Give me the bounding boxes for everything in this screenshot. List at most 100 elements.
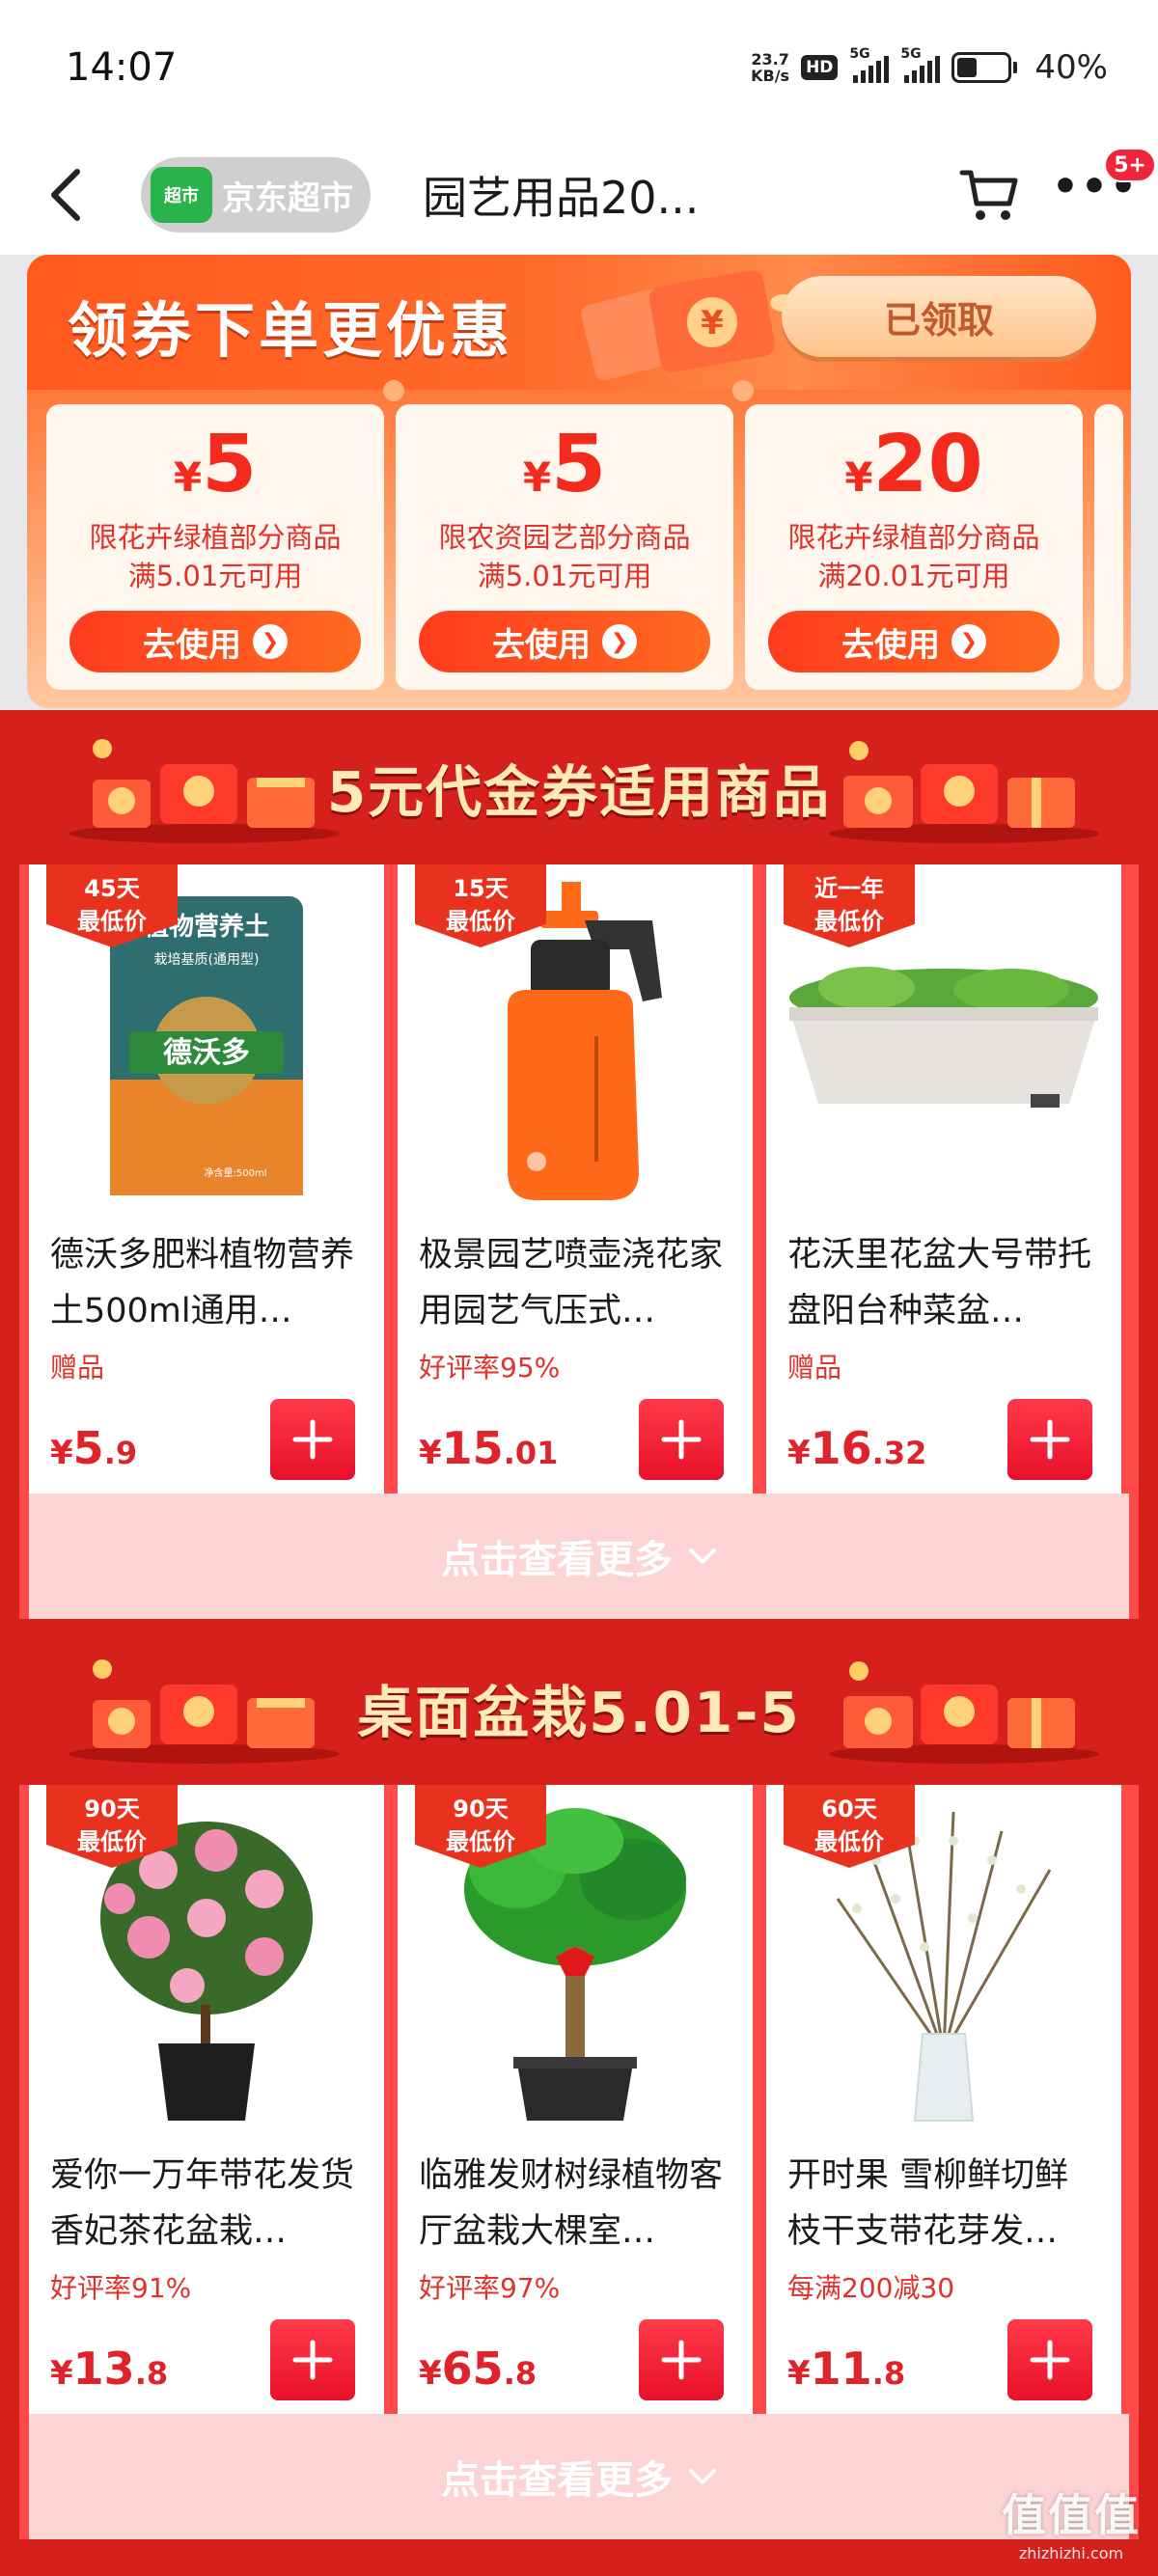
coupon-currency: ¥ [522,453,552,501]
back-button[interactable] [48,166,106,224]
store-pill[interactable]: 超市 京东超市 [141,157,371,233]
coupon-card-partial [1094,404,1123,690]
more-button[interactable]: ••• 5+ [1052,148,1156,229]
use-coupon-button[interactable]: 去使用 ❯ [768,611,1060,672]
price-integer: 5 [72,1422,104,1474]
product-card[interactable]: 45天 最低价 植物营养土 栽培基质(通用型) 德沃多 净含量:500ml 德沃… [29,864,384,1494]
product-tag: 好评率97% [419,2272,561,2304]
see-more-button[interactable]: 点击查看更多 [29,2414,1129,2539]
status-bar: 14:07 23.7 KB/s HD 5G 5G 40% [0,0,1158,135]
cart-button[interactable] [955,161,1023,229]
price-currency: ¥ [50,1434,73,1472]
svg-text:¥: ¥ [701,304,724,343]
main-content: 领券下单更优惠 ¥ 已领取 ¥ 5 限花卉绿植部分商品 满5.01元可用 去使用 [0,255,1158,2576]
add-to-cart-button[interactable] [270,2319,355,2400]
see-more-button[interactable]: 点击查看更多 [29,1494,1129,1619]
lowest-price-period: 近一年 [814,875,884,902]
hd-icon: HD [801,55,839,80]
product-tag: 每满200减30 [787,2272,955,2304]
signal-icon-2: 5G [900,46,941,83]
product-card[interactable]: 近一年 最低价 花沃里花盆大号带托盘阳台种菜盆… 赠品 ¥16.32 [766,864,1121,1494]
chevron-down-icon [689,1548,716,1564]
coupon-threshold: 满5.01元可用 [127,560,303,592]
status-time: 14:07 [66,45,178,90]
lowest-price-period: 90天 [84,1795,140,1822]
watermark-url: zhizhizhi.com [1018,2544,1124,2562]
red-envelope-icon: ¥ [581,270,797,380]
chevron-right-icon: ❯ [602,624,637,659]
use-coupon-button[interactable]: 去使用 ❯ [419,611,710,672]
soil-bag-brand: 德沃多 [163,1036,250,1070]
price-decimal: .8 [871,2355,906,2392]
plus-icon [661,2340,702,2380]
add-to-cart-button[interactable] [639,2319,724,2400]
coupon-currency: ¥ [844,453,873,501]
product-tag: 好评率95% [419,1352,561,1384]
section-title: 5元代金券适用商品 [326,759,832,825]
price-decimal: .8 [503,2355,538,2392]
signal-label: 5G [849,46,870,62]
price-decimal: .8 [134,2355,169,2392]
price-integer: 11 [810,2343,872,2395]
price-currency: ¥ [787,2354,811,2393]
price-currency: ¥ [787,1434,811,1472]
chevron-left-icon [51,169,80,221]
product-card[interactable]: 60天 最低价 开时果 雪柳鲜切鲜枝干支带花芽发… 每满200减30 ¥11.8 [766,1785,1121,2414]
section-desktop-plants: 桌面盆栽5.01-5 90天 最低价 爱你一万年带花发货香妃茶花盆栽… 好评率9… [0,1631,1158,2576]
page-title: 园艺用品20... [423,172,700,224]
price-integer: 16 [810,1422,872,1474]
coupon-threshold: 满20.01元可用 [817,560,1010,592]
product-card[interactable]: 90天 最低价 临雅发财树绿植物客厅盆栽大棵室… 好评率97% ¥65.8 [398,1785,753,2414]
more-badge: 5+ [1104,148,1156,182]
product-grid: 45天 最低价 植物营养土 栽培基质(通用型) 德沃多 净含量:500ml 德沃… [29,864,1129,1494]
coupon-currency: ¥ [173,453,203,501]
chevron-right-icon: ❯ [951,624,986,659]
price-currency: ¥ [50,2354,73,2393]
product-price: ¥5.9 [50,1422,137,1474]
coupon-notch [383,380,404,401]
use-coupon-label: 去使用 [143,625,241,665]
battery-icon [951,52,1018,83]
plus-icon [661,1419,702,1460]
section-title: 桌面盆栽5.01-5 [357,1680,801,1745]
product-price: ¥13.8 [50,2343,168,2395]
coupon-notch [732,380,754,401]
product-card[interactable]: 15天 最低价 极景园艺喷壶浇花家用园艺气压式… 好评率95% ¥15.01 [398,864,753,1494]
watermark-logo: 值值值 [1002,2489,1141,2541]
coupon-threshold: 满5.01元可用 [477,560,652,592]
signal-label-2: 5G [900,46,922,62]
price-integer: 65 [441,2343,504,2395]
coupon-amount: ¥ 20 [844,425,982,505]
price-currency: ¥ [419,2354,442,2393]
product-name: 临雅发财树绿植物客厅盆栽大棵室… [419,2156,724,2251]
product-card[interactable]: 90天 最低价 爱你一万年带花发货香妃茶花盆栽… 好评率91% ¥13.8 [29,1785,384,2414]
claimed-button[interactable]: 已领取 [782,276,1096,357]
product-grid-wrap: 45天 最低价 植物营养土 栽培基质(通用型) 德沃多 净含量:500ml 德沃… [19,864,1139,1619]
network-speed-value: 23.7 [751,50,789,69]
coupon-value: 20 [872,419,983,510]
gift-box-icon [69,1659,339,1764]
lowest-price-period: 45天 [84,875,140,902]
add-to-cart-button[interactable] [1007,2319,1092,2400]
coupon-amount: ¥ 5 [174,425,257,505]
use-coupon-label: 去使用 [492,625,591,665]
price-decimal: .32 [871,1435,927,1471]
coupon-block: 领券下单更优惠 ¥ 已领取 ¥ 5 限花卉绿植部分商品 满5.01元可用 去使用 [27,255,1131,708]
plus-icon [1030,2340,1070,2380]
product-name: 德沃多肥料植物营养土500ml通用… [50,1236,355,1330]
see-more-label: 点击查看更多 [441,1538,673,1582]
see-more-label: 点击查看更多 [441,2458,673,2503]
coupon-list: ¥ 5 限花卉绿植部分商品 满5.01元可用 去使用 ❯ ¥ 5 限农资园艺部分… [46,404,1131,690]
product-tag: 赠品 [787,1352,842,1384]
product-price: ¥11.8 [787,2343,905,2395]
gift-box-icon [829,1661,1099,1764]
plus-icon [1030,1419,1070,1460]
network-speed: 23.7 KB/s [751,51,789,84]
use-coupon-button[interactable]: 去使用 ❯ [69,611,361,672]
store-tag: 超市 [151,167,212,223]
chevron-down-icon [689,2469,716,2484]
add-to-cart-button[interactable] [1007,1399,1092,1480]
coupon-condition: 限花卉绿植部分商品 满20.01元可用 [787,518,1039,595]
add-to-cart-button[interactable] [639,1399,724,1480]
add-to-cart-button[interactable] [270,1399,355,1480]
